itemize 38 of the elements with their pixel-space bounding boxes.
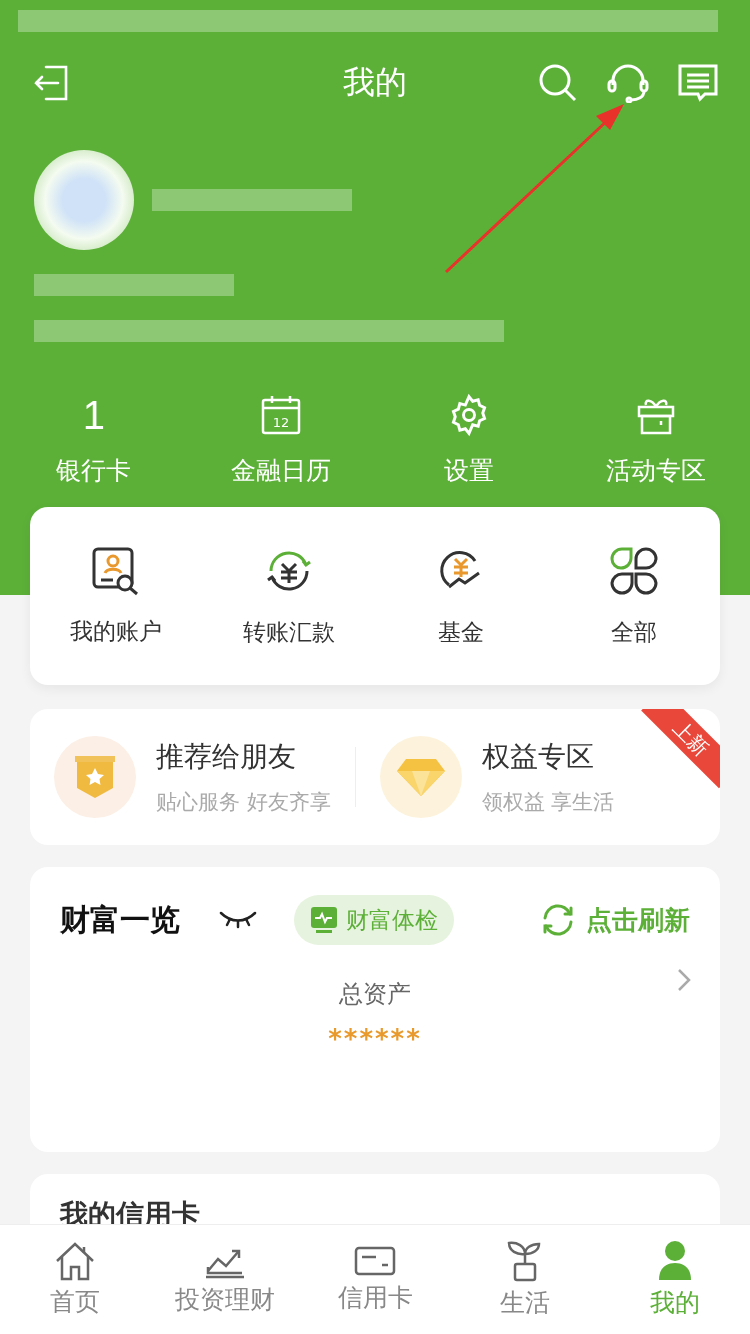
quick-link-label: 银行卡	[56, 455, 132, 486]
bank-card-count: 1	[82, 392, 105, 438]
quick-link-label: 金融日历	[231, 455, 332, 486]
wealth-check-button[interactable]: 财富体检	[294, 895, 454, 945]
tab[interactable]: 投资理财	[150, 1225, 300, 1334]
promo-title: 推荐给朋友	[156, 739, 297, 775]
shortcut-item[interactable]: 转账汇款	[202, 543, 375, 649]
promo-subtitle: 领权益 享生活	[481, 789, 615, 816]
tab[interactable]: 我的	[600, 1225, 750, 1334]
total-assets-value: ******	[328, 1024, 422, 1054]
quick-link-label: 活动专区	[606, 455, 707, 486]
total-assets-label: 总资产	[339, 979, 411, 1010]
promo-subtitle: 贴心服务 好友齐享	[156, 789, 331, 816]
star-badge-icon	[73, 754, 117, 800]
shortcut-item[interactable]: 全部	[547, 543, 720, 649]
quick-link[interactable]: 设置	[375, 390, 563, 487]
quick-link-label: 设置	[443, 455, 494, 486]
promo-item[interactable]: 推荐给朋友 贴心服务 好友齐享	[30, 736, 355, 818]
monitor-pulse-icon	[310, 906, 338, 934]
refresh-button[interactable]: 点击刷新	[540, 902, 690, 938]
new-ribbon: 上新	[641, 709, 720, 789]
credit-card-icon	[354, 1245, 396, 1277]
diamond-icon	[395, 757, 446, 797]
shortcut-item[interactable]: 基金	[375, 543, 548, 649]
promo-title: 权益专区	[481, 739, 595, 775]
tab[interactable]: 信用卡	[300, 1225, 450, 1334]
chevron-right-icon[interactable]	[676, 967, 692, 993]
home-icon	[54, 1241, 96, 1281]
wealth-title: 财富一览	[60, 900, 180, 939]
tab[interactable]: 首页	[0, 1225, 150, 1334]
quick-link[interactable]: 1 银行卡	[0, 390, 188, 487]
quick-link[interactable]: 活动专区	[562, 390, 750, 487]
shortcut-item[interactable]: 我的账户	[30, 544, 203, 648]
page-title: 我的	[343, 61, 407, 103]
promo-item[interactable]: 权益专区 领权益 享生活	[355, 736, 644, 818]
quick-link[interactable]: 12 金融日历	[187, 390, 375, 487]
total-assets[interactable]: 总资产 ******	[322, 977, 428, 1055]
tab[interactable]: 生活	[450, 1225, 600, 1334]
